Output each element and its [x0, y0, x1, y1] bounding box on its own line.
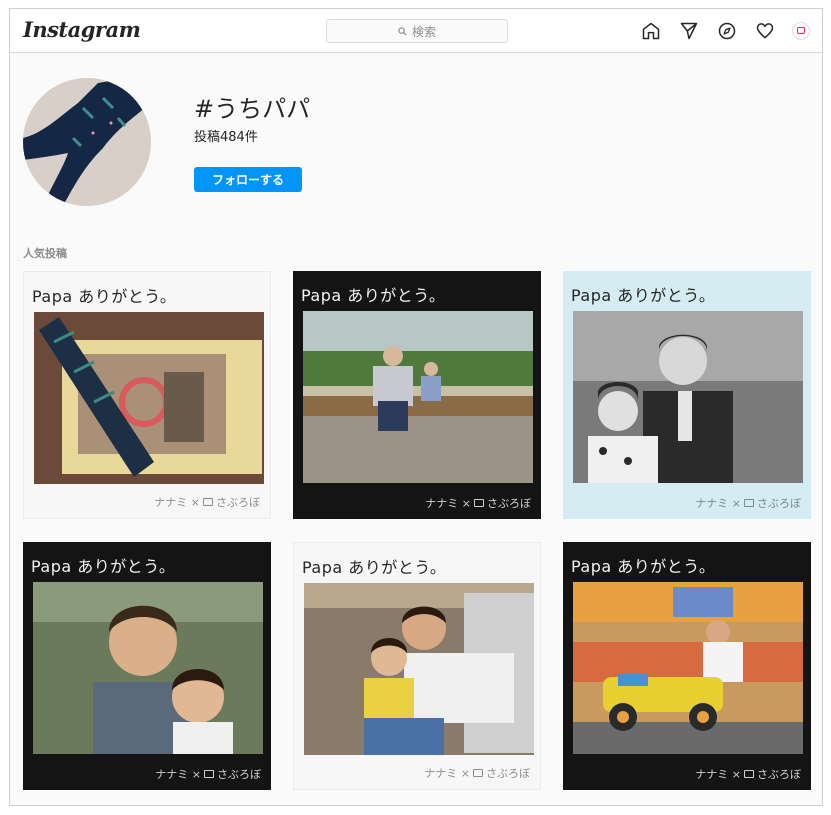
post-caption: Papa ありがとう。 — [31, 557, 176, 576]
post-caption: Papa ありがとう。 — [571, 557, 716, 576]
search-icon — [398, 26, 407, 36]
search-placeholder: 検索 — [411, 24, 436, 39]
camera-icon — [473, 769, 483, 777]
post-credit: ナナミ × さぶろぼ — [695, 768, 801, 781]
post-caption: Papa ありがとう。 — [571, 286, 716, 305]
post-credit: ナナミ × さぶろぼ — [424, 767, 530, 780]
post-tile[interactable]: Papa ありがとう。 ナナミ × さぶろぼ — [293, 542, 541, 790]
direct-icon[interactable] — [678, 20, 699, 41]
profile-avatar-icon[interactable] — [792, 21, 810, 40]
post-photo — [34, 312, 264, 484]
post-tile[interactable]: Papa ありがとう。 ナナミ × さぶろぼ — [23, 271, 271, 519]
camera-icon — [203, 498, 213, 506]
camera-icon — [744, 499, 754, 507]
search-input[interactable]: 検索 — [326, 19, 508, 43]
post-credit: ナナミ × さぶろぼ — [695, 497, 801, 510]
post-tile[interactable]: Papa ありがとう。 ナナミ × さぶろぼ — [563, 542, 811, 790]
nav-icon-group — [640, 20, 810, 41]
activity-heart-icon[interactable] — [754, 20, 775, 41]
post-caption: Papa ありがとう。 — [32, 287, 177, 306]
post-tile[interactable]: Papa ありがとう。 ナナミ × さぶろぼ — [563, 271, 811, 519]
post-credit: ナナミ × さぶろぼ — [154, 496, 260, 509]
post-photo — [573, 311, 803, 483]
hashtag-title: #うちパパ — [194, 95, 311, 123]
hashtag-avatar — [23, 78, 151, 206]
top-posts-label: 人気投稿 — [23, 247, 67, 260]
follow-button[interactable]: フォローする — [194, 167, 302, 192]
post-credit: ナナミ × さぶろぼ — [155, 768, 261, 781]
top-navigation-bar: Instagram 検索 — [10, 9, 822, 53]
post-photo — [573, 582, 803, 754]
post-count: 投稿484件 — [194, 130, 258, 145]
post-caption: Papa ありがとう。 — [301, 286, 446, 305]
instagram-logo[interactable]: Instagram — [23, 17, 141, 42]
post-photo — [304, 583, 534, 755]
post-credit: ナナミ × さぶろぼ — [425, 497, 531, 510]
camera-icon — [744, 770, 754, 778]
post-caption: Papa ありがとう。 — [302, 558, 447, 577]
post-tile[interactable]: Papa ありがとう。 ナナミ × さぶろぼ — [23, 542, 271, 790]
instagram-window: Instagram 検索 #うちパパ 投稿484件 フォローする 人気投稿 Pa… — [9, 8, 823, 806]
post-tile[interactable]: Papa ありがとう。 ナナミ × さぶろぼ — [293, 271, 541, 519]
post-photo — [33, 582, 263, 754]
post-photo — [303, 311, 533, 483]
home-icon[interactable] — [640, 20, 661, 41]
camera-icon — [204, 770, 214, 778]
explore-icon[interactable] — [716, 20, 737, 41]
camera-icon — [474, 499, 484, 507]
